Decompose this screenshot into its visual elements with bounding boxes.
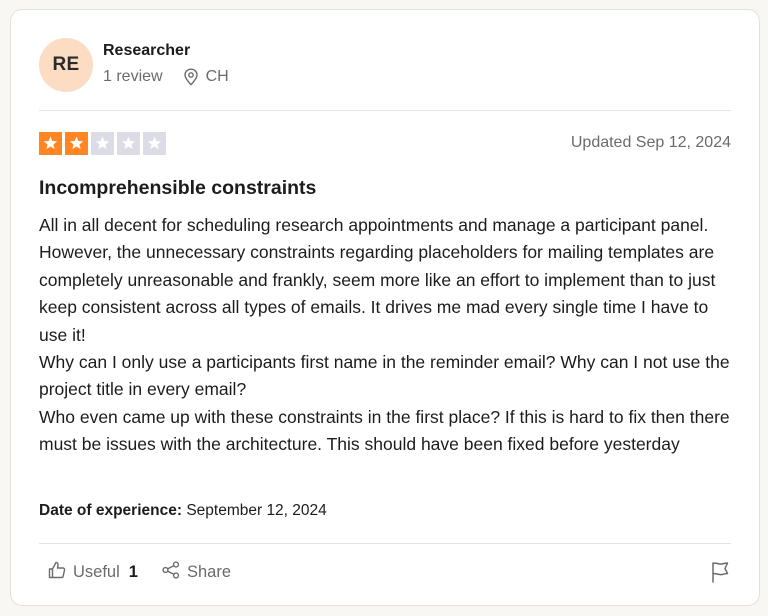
- reviewer-header: RE Researcher 1 review CH: [39, 38, 731, 94]
- date-of-experience-label: Date of experience:: [39, 502, 182, 519]
- star-icon: [39, 132, 62, 155]
- useful-label: Useful: [73, 563, 120, 581]
- review-card: RE Researcher 1 review CH Updated Sep 12…: [10, 9, 760, 606]
- date-of-experience-value: September 12, 2024: [186, 502, 327, 519]
- review-count: 1 review: [103, 68, 163, 85]
- star-icon: [91, 132, 114, 155]
- star-icon: [65, 132, 88, 155]
- review-title[interactable]: Incomprehensible constraints: [39, 177, 316, 200]
- share-button[interactable]: Share: [161, 560, 231, 585]
- thumbs-up-icon: [47, 560, 67, 585]
- flag-button[interactable]: [709, 560, 731, 589]
- reviewer-meta: 1 review CH: [103, 68, 229, 86]
- header-divider: [39, 110, 731, 111]
- useful-count: 1: [128, 563, 138, 581]
- review-paragraph: Why can I only use a participants first …: [39, 352, 730, 400]
- review-body: All in all decent for scheduling researc…: [39, 212, 739, 459]
- review-paragraph: All in all decent for scheduling researc…: [39, 215, 716, 345]
- share-icon: [161, 560, 181, 585]
- reviewer-location: CH: [205, 68, 229, 85]
- avatar[interactable]: RE: [39, 38, 93, 92]
- footer-divider: [39, 543, 731, 544]
- date-of-experience: Date of experience: September 12, 2024: [39, 502, 327, 520]
- star-icon: [143, 132, 166, 155]
- updated-date: Updated Sep 12, 2024: [570, 134, 731, 151]
- review-paragraph: Who even came up with these constraints …: [39, 406, 730, 455]
- flag-icon: [709, 562, 731, 588]
- location-pin-icon: [183, 68, 199, 86]
- share-label: Share: [187, 563, 232, 581]
- useful-button[interactable]: Useful 1: [47, 560, 138, 585]
- review-actions: Useful 1 Share: [39, 560, 731, 590]
- reviewer-name[interactable]: Researcher: [103, 42, 190, 60]
- star-icon: [117, 132, 140, 155]
- star-rating: [39, 132, 166, 155]
